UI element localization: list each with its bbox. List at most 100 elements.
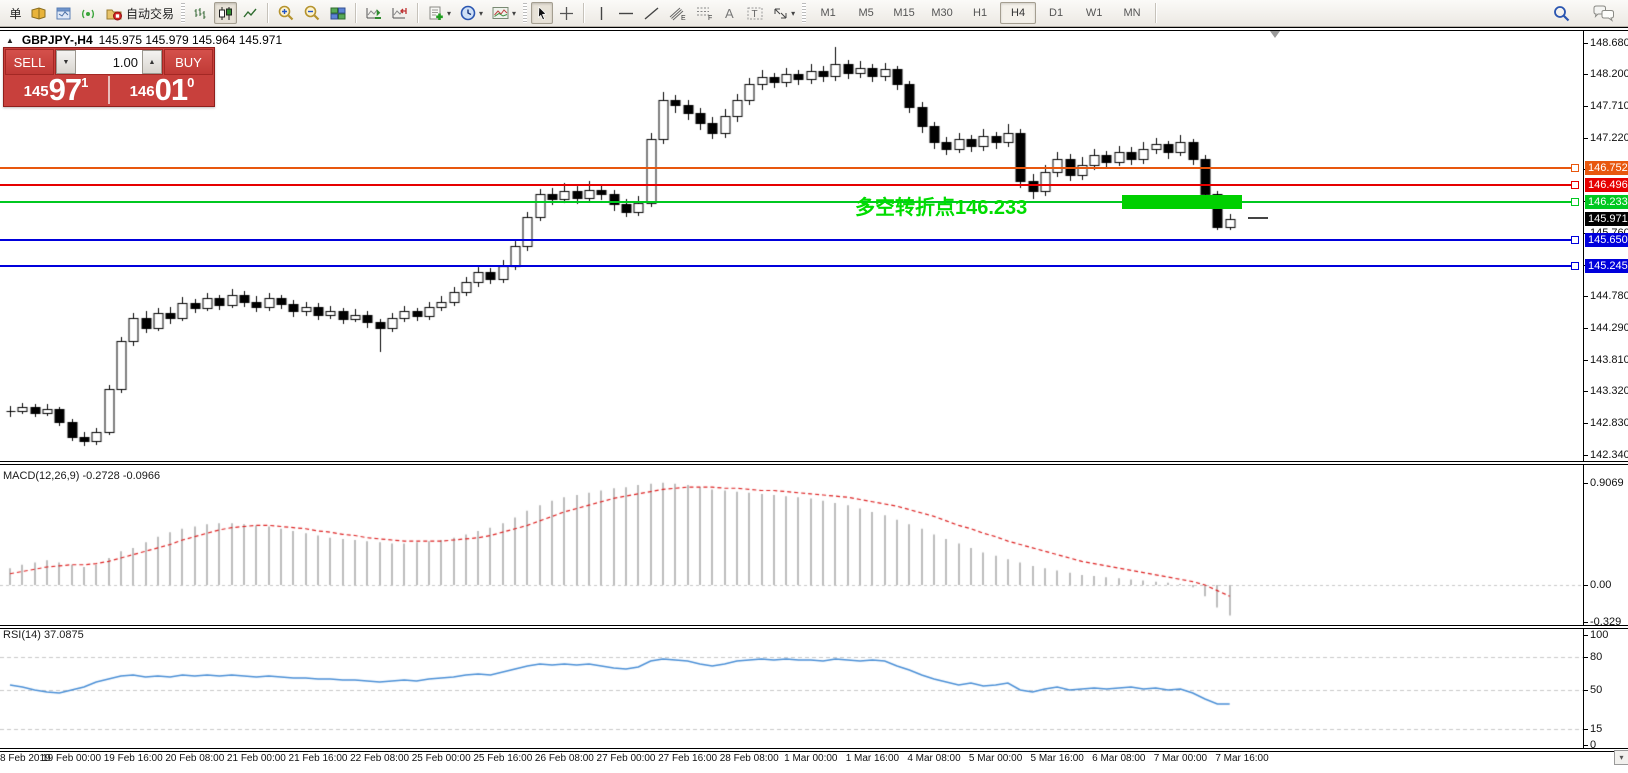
macd-axis-tick: 0.9069: [1590, 477, 1624, 489]
text-annotation[interactable]: 多空转折点146.233: [855, 191, 1027, 220]
toolbar-grip[interactable]: [523, 3, 527, 23]
price-tick: 142.830: [1590, 417, 1628, 429]
line-anchor-handle[interactable]: [1571, 198, 1579, 206]
horizontal-line-object[interactable]: [0, 167, 1578, 169]
rectangle-object[interactable]: [1122, 195, 1242, 209]
chart-shift-button[interactable]: [388, 2, 412, 24]
rsi-axis-tick: 50: [1590, 684, 1602, 696]
main-price-chart[interactable]: [0, 31, 1583, 460]
navigator-button[interactable]: [52, 2, 75, 24]
line-anchor-handle[interactable]: [1571, 181, 1579, 189]
panel-separator[interactable]: [0, 625, 1628, 629]
time-label: 5 Mar 00:00: [969, 753, 1022, 764]
toolbar-grip[interactable]: [181, 3, 185, 23]
panel-separator[interactable]: [0, 461, 1628, 465]
bar-chart-button[interactable]: [189, 2, 212, 24]
volume-input[interactable]: [76, 50, 142, 74]
timeframe-button-m5[interactable]: M5: [848, 2, 884, 24]
last-price-marker: [1248, 217, 1268, 219]
candle-chart-icon: [217, 5, 234, 22]
horizontal-line-object[interactable]: [0, 201, 1578, 203]
line-anchor-handle[interactable]: [1571, 262, 1579, 270]
time-label: 1 Mar 16:00: [846, 753, 899, 764]
channel-tool-button[interactable]: E: [665, 2, 690, 24]
buy-price-pips: 01: [155, 75, 187, 105]
signals-button[interactable]: [77, 2, 100, 24]
fibonacci-tool-button[interactable]: F: [692, 2, 717, 24]
line-chart-button[interactable]: [239, 2, 262, 24]
candle-chart-button[interactable]: [214, 2, 237, 24]
rsi-label: RSI(14) 37.0875: [3, 629, 84, 641]
time-label: 21 Feb 00:00: [227, 753, 286, 764]
zoom-out-button[interactable]: [300, 2, 324, 24]
dropdown-caret-icon[interactable]: ▾: [791, 9, 795, 18]
autotrade-button[interactable]: 自动交易: [102, 2, 177, 24]
price-tick: 144.780: [1590, 290, 1628, 302]
signal-icon: [80, 5, 97, 22]
timeframe-button-mn[interactable]: MN: [1114, 2, 1150, 24]
market-watch-button[interactable]: [27, 2, 50, 24]
tile-windows-button[interactable]: [326, 2, 350, 24]
volume-increase-button[interactable]: ▲: [142, 50, 162, 74]
autoscroll-icon: [365, 5, 383, 22]
price-badge: 145.245: [1585, 259, 1628, 273]
arrows-icon: [772, 5, 789, 22]
line-chart-icon: [242, 5, 259, 22]
dropdown-caret-icon[interactable]: ▾: [512, 9, 516, 18]
search-button[interactable]: [1549, 2, 1574, 24]
indicators-button[interactable]: ▾: [424, 2, 454, 24]
text-tool-button[interactable]: A: [719, 2, 741, 24]
timeframe-button-m15[interactable]: M15: [886, 2, 922, 24]
symbol-timeframe-label: GBPJPY-,H4: [22, 33, 93, 47]
macd-panel-chart[interactable]: [0, 466, 1583, 624]
time-label: 7 Mar 00:00: [1154, 753, 1207, 764]
timeframe-button-h1[interactable]: H1: [962, 2, 998, 24]
crosshair-tool-button[interactable]: [555, 2, 578, 24]
timeframe-button-h4[interactable]: H4: [1000, 2, 1036, 24]
buy-price[interactable]: 146 01 0: [110, 74, 214, 106]
price-badge: 146.233: [1585, 195, 1628, 209]
new-order-button[interactable]: 单: [3, 2, 25, 24]
templates-button[interactable]: ▾: [488, 2, 519, 24]
rsi-axis-tick: 100: [1590, 629, 1608, 641]
price-tick: 148.680: [1590, 37, 1628, 49]
cursor-tool-button[interactable]: [531, 2, 553, 24]
time-label: 25 Feb 16:00: [473, 753, 532, 764]
dropdown-caret-icon[interactable]: ▾: [447, 9, 451, 18]
horizontal-line-object[interactable]: [0, 265, 1578, 267]
zoom-in-button[interactable]: [274, 2, 298, 24]
time-label: 28 Feb 08:00: [720, 753, 779, 764]
time-label: 25 Feb 00:00: [412, 753, 471, 764]
timeframe-button-d1[interactable]: D1: [1038, 2, 1074, 24]
line-anchor-handle[interactable]: [1571, 236, 1579, 244]
sell-button[interactable]: SELL: [5, 49, 54, 75]
vertical-line-tool-button[interactable]: [590, 2, 612, 24]
timeframe-button-m30[interactable]: M30: [924, 2, 960, 24]
horizontal-line-object[interactable]: [0, 239, 1578, 241]
dropdown-caret-icon[interactable]: ▾: [479, 9, 483, 18]
toolbar: 单 自动交易: [0, 0, 1628, 27]
arrows-tool-button[interactable]: ▾: [769, 2, 798, 24]
trendline-tool-button[interactable]: [640, 2, 663, 24]
sell-price[interactable]: 145 97 1: [4, 74, 108, 106]
panel-collapse-icon[interactable]: ▲: [6, 36, 14, 45]
line-anchor-handle[interactable]: [1571, 164, 1579, 172]
chart-shift-marker[interactable]: [1270, 31, 1280, 38]
horizontal-line-tool-button[interactable]: [614, 2, 638, 24]
timeframe-button-m1[interactable]: M1: [810, 2, 846, 24]
timeframe-button-w1[interactable]: W1: [1076, 2, 1112, 24]
time-label: 26 Feb 08:00: [535, 753, 594, 764]
autoscroll-button[interactable]: [362, 2, 386, 24]
chat-button[interactable]: [1589, 2, 1619, 24]
book-icon: [30, 5, 47, 22]
time-label: 27 Feb 00:00: [597, 753, 656, 764]
horizontal-line-object[interactable]: [0, 184, 1578, 186]
fibonacci-icon: F: [695, 5, 714, 22]
periods-button[interactable]: ▾: [456, 2, 486, 24]
toolbar-grip[interactable]: [802, 3, 806, 23]
rsi-panel-chart[interactable]: [0, 629, 1583, 746]
one-click-trading-panel: SELL ▼ ▲ BUY 145 97 1 146 01 0: [3, 47, 215, 107]
time-axis-border: [0, 748, 1628, 752]
text-label-tool-button[interactable]: T: [743, 2, 767, 24]
volume-decrease-button[interactable]: ▼: [56, 50, 76, 74]
